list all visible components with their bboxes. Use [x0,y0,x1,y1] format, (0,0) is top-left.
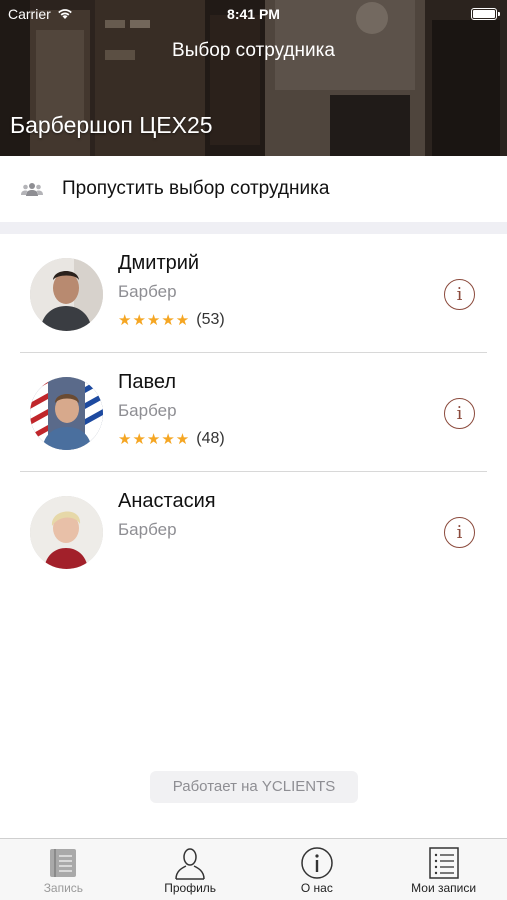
tab-label: Запись [43,881,84,895]
tab-label: Мои записи [411,881,477,895]
tab-profile[interactable]: Профиль [127,839,254,900]
avatar-anastasia [30,496,103,569]
tab-bar: Запись Профиль О нас Мои записи [0,838,507,900]
info-icon [301,847,333,879]
nav-title: Выбор сотрудника [172,40,335,61]
rating-stars: ★★★★★ [118,312,191,329]
info-icon[interactable]: i [444,398,475,429]
info-icon[interactable]: i [444,517,475,548]
review-count: (48) [196,430,225,447]
avatar-pavel [30,377,103,450]
tab-label: Профиль [164,881,217,895]
battery-icon [471,8,500,20]
tab-booking[interactable]: Запись [0,839,127,900]
person-icon [175,848,205,880]
staff-role: Барбер [118,520,177,539]
status-bar: Carrier 8:41 PM [0,0,507,28]
avatar [30,258,103,331]
staff-name: Дмитрий [118,252,200,274]
staff-item-dmitry[interactable]: Дмитрий Барбер ★★★★★ (53) i [0,234,507,353]
staff-rating: ★★★★★ (48) [118,430,225,448]
battery-level [473,10,495,18]
staff-role: Барбер [118,282,177,301]
shop-title: Барбершоп ЦЕХ25 [10,112,213,138]
avatar [30,496,103,569]
skip-label: Пропустить выбор сотрудника [62,178,330,199]
staff-list: Дмитрий Барбер ★★★★★ (53) i Павел Барбер… [0,234,507,591]
group-icon [21,183,43,196]
skip-staff-selection-button[interactable]: Пропустить выбор сотрудника [0,156,507,222]
header: Carrier 8:41 PM Выбор сотрудника Барберш… [0,0,507,156]
tab-label: О нас [300,881,333,895]
staff-item-pavel[interactable]: Павел Барбер ★★★★★ (48) i [0,353,507,472]
rating-stars: ★★★★★ [118,431,191,448]
staff-name: Анастасия [118,490,216,512]
review-count: (53) [196,311,225,328]
book-icon [50,849,77,877]
clock: 8:41 PM [227,6,280,22]
staff-role: Барбер [118,401,177,420]
staff-name: Павел [118,371,177,393]
tab-my-bookings[interactable]: Мои записи [380,839,507,900]
tab-about[interactable]: О нас [254,839,381,900]
avatar [30,377,103,450]
staff-rating: ★★★★★ (53) [118,311,225,329]
info-icon[interactable]: i [444,279,475,310]
avatar-dmitry [30,258,103,331]
section-separator [0,222,507,234]
powered-by-badge[interactable]: Работает на YCLIENTS [150,771,358,803]
staff-item-anastasia[interactable]: Анастасия Барбер i [0,472,507,591]
list-icon [428,847,459,879]
